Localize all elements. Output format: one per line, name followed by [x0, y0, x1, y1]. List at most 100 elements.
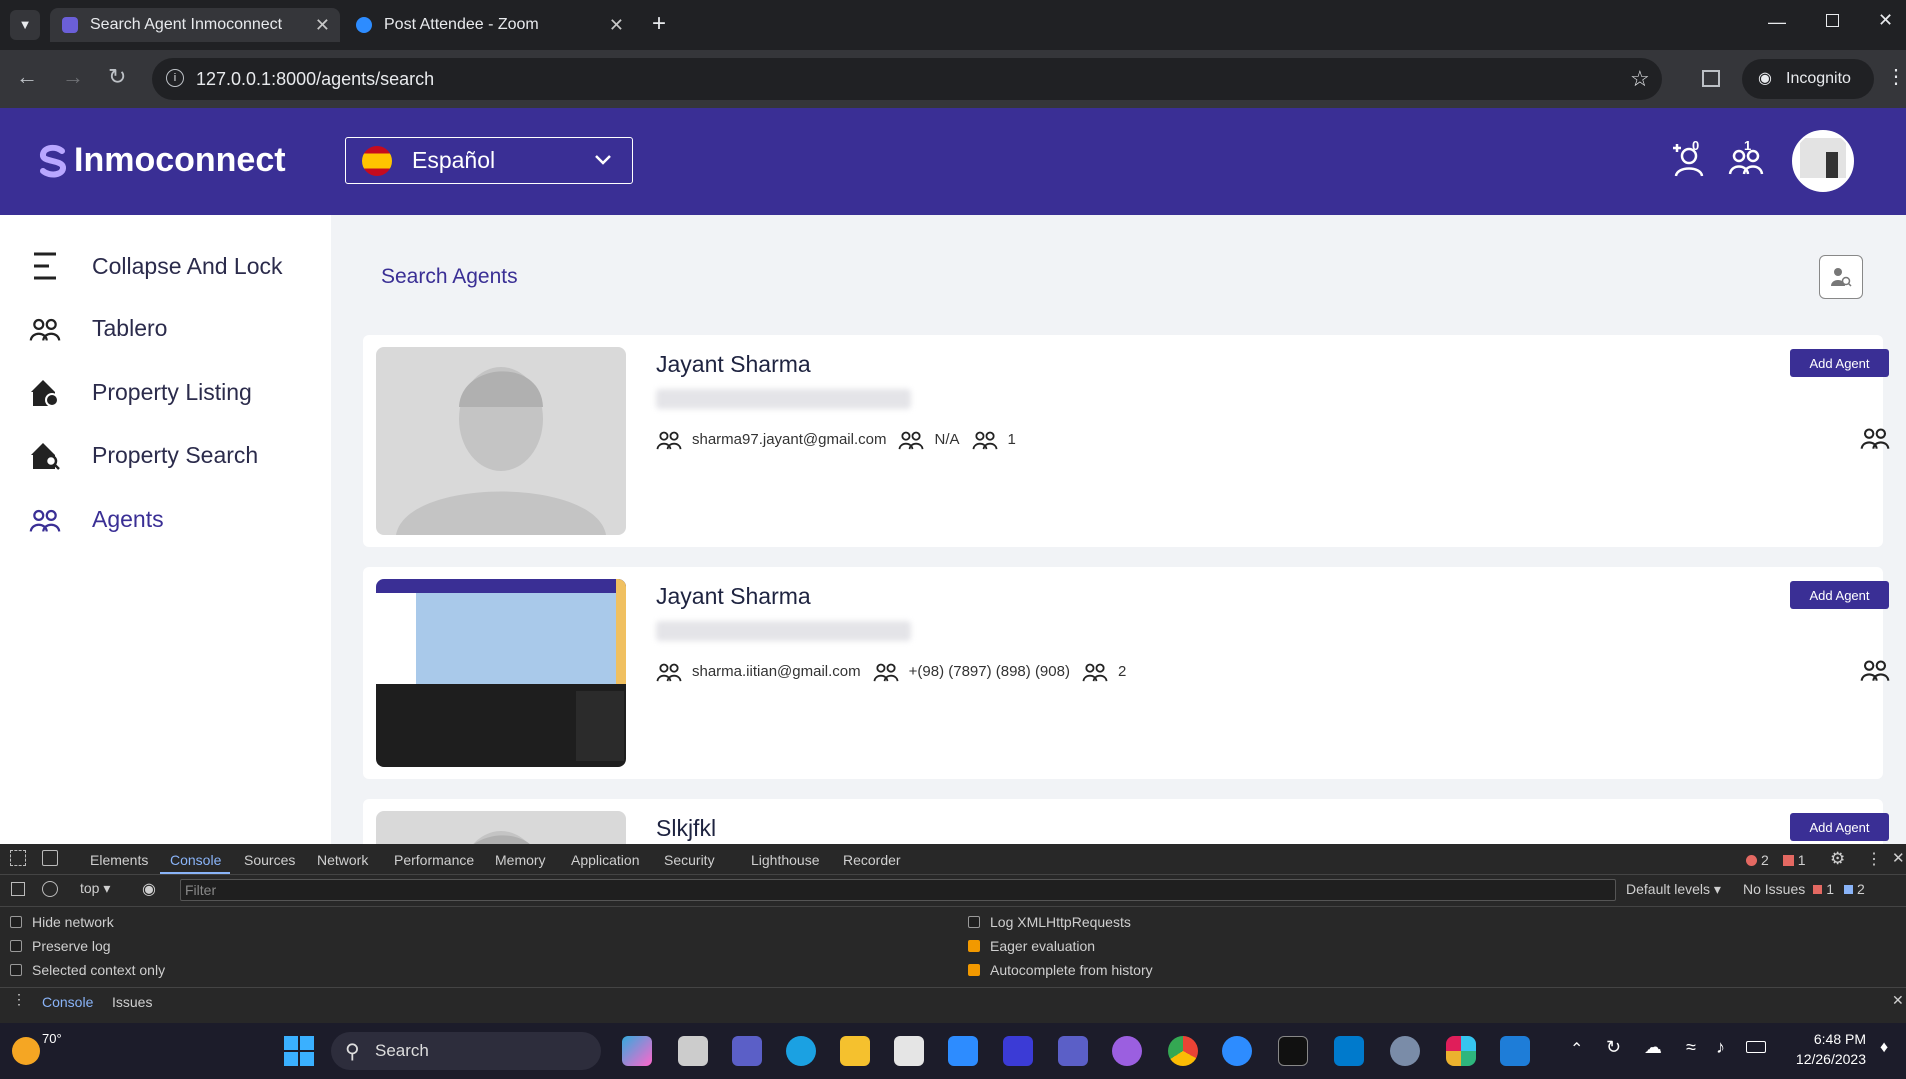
minimize-icon[interactable]: — [1768, 12, 1786, 33]
devtools-tab-performance[interactable]: Performance [394, 852, 474, 868]
tab-search-agent[interactable]: Search Agent Inmoconnect ✕ [50, 8, 340, 42]
teams-icon[interactable] [732, 1036, 762, 1066]
eager-evaluation-checkbox[interactable]: Eager evaluation [968, 938, 1095, 954]
preserve-log-checkbox[interactable]: Preserve log [10, 938, 111, 954]
log-levels-select[interactable]: Default levels ▾ [1626, 881, 1721, 898]
settings-icon[interactable] [1390, 1036, 1420, 1066]
bing-icon[interactable] [1058, 1036, 1088, 1066]
selected-context-checkbox[interactable]: Selected context only [10, 962, 165, 978]
issues-counter[interactable]: No Issues 1 2 [1743, 881, 1865, 897]
github-icon[interactable] [1112, 1036, 1142, 1066]
drawer-tab-issues[interactable]: Issues [112, 994, 152, 1010]
error-count[interactable]: 2 1 [1746, 852, 1806, 868]
mail-icon[interactable] [948, 1036, 978, 1066]
sidebar-item-agents[interactable]: Agents [28, 502, 164, 536]
task-view-icon[interactable] [678, 1036, 708, 1066]
reload-icon[interactable]: ↻ [108, 64, 126, 90]
group-icon[interactable] [1860, 423, 1890, 451]
taskbar-search[interactable]: ⚲ Search [331, 1032, 601, 1070]
incognito-chip[interactable]: ◉ Incognito [1742, 59, 1874, 99]
tab-zoom[interactable]: Post Attendee - Zoom ✕ [344, 8, 634, 42]
address-bar-row: ← → ↻ i 127.0.0.1:8000/agents/search ☆ ◉… [0, 50, 1906, 108]
file-explorer-icon[interactable] [840, 1036, 870, 1066]
sidebar-item-collapse-and-lock[interactable]: Collapse And Lock [28, 249, 283, 283]
devtools-tab-lighthouse[interactable]: Lighthouse [751, 852, 820, 868]
terminal-icon[interactable] [1278, 1036, 1308, 1066]
battery-icon[interactable] [1746, 1041, 1766, 1053]
forward-icon[interactable]: → [62, 64, 84, 90]
devtools-tab-network[interactable]: Network [317, 852, 368, 868]
add-agent-button[interactable]: Add Agent [1790, 581, 1889, 609]
agent-search-button[interactable] [1819, 255, 1863, 299]
url-field[interactable]: i 127.0.0.1:8000/agents/search ☆ [152, 58, 1662, 100]
chrome-icon[interactable] [1168, 1036, 1198, 1066]
bookmark-star-icon[interactable]: ☆ [1630, 58, 1650, 100]
edge-icon[interactable] [786, 1036, 816, 1066]
wifi-icon[interactable]: ≈ [1686, 1037, 1696, 1058]
logo[interactable]: Inmoconnect [38, 141, 286, 180]
group-icon[interactable] [1860, 655, 1890, 683]
app-icon[interactable] [1003, 1036, 1033, 1066]
drawer-tab-console[interactable]: Console [42, 994, 93, 1010]
live-expression-eye-icon[interactable]: ◉ [142, 879, 156, 899]
devtools-tab-application[interactable]: Application [571, 852, 640, 868]
devtools-menu-icon[interactable]: ⋮ [1866, 849, 1882, 869]
sidebar-item-property-listing[interactable]: Property Listing [28, 375, 252, 409]
restore-icon[interactable] [1826, 14, 1839, 27]
clock[interactable]: 6:48 PM 12/26/2023 [1790, 1031, 1866, 1067]
zoom-icon[interactable] [1222, 1036, 1252, 1066]
context-select[interactable]: top ▾ [80, 880, 110, 897]
agent-info-row: sharma.iitian@gmail.com +(98) (7897) (89… [656, 659, 1138, 683]
site-info-icon[interactable]: i [166, 69, 184, 87]
device-toolbar-icon[interactable] [42, 850, 58, 866]
onedrive-icon[interactable]: ☁ [1644, 1037, 1662, 1058]
inspect-element-icon[interactable] [10, 850, 26, 866]
add-agent-button[interactable]: Add Agent [1790, 813, 1889, 841]
agent-description-blurred [656, 389, 911, 409]
devtools-tab-console[interactable]: Console [170, 852, 221, 868]
start-button[interactable] [284, 1036, 314, 1066]
weather-widget[interactable]: 70° [12, 1031, 62, 1065]
devtools-tab-security[interactable]: Security [664, 852, 715, 868]
volume-icon[interactable]: ♪ [1716, 1037, 1725, 1058]
devtools-tab-elements[interactable]: Elements [90, 852, 148, 868]
devtools-tab-sources[interactable]: Sources [244, 852, 295, 868]
user-search-icon [1831, 268, 1852, 287]
vscode-icon[interactable] [1334, 1036, 1364, 1066]
sidebar-item-property-search[interactable]: Property Search [28, 438, 258, 472]
azure-icon[interactable] [1500, 1036, 1530, 1066]
sidebar-item-tablero[interactable]: Tablero [28, 311, 167, 345]
language-select[interactable]: Español [345, 137, 633, 184]
new-tab-button[interactable]: + [652, 10, 666, 38]
drawer-menu-icon[interactable]: ⋮ [12, 991, 26, 1008]
notification-bell-icon[interactable]: ♦ [1880, 1039, 1888, 1057]
browser-menu-icon[interactable]: ⋮ [1886, 64, 1906, 89]
devtools-close-icon[interactable]: ✕ [1892, 849, 1905, 867]
add-user-notification-icon[interactable]: 0 [1672, 138, 1706, 183]
clear-console-icon[interactable] [42, 881, 58, 897]
slack-icon[interactable] [1446, 1036, 1476, 1066]
tab-list-button[interactable]: ▼ [10, 10, 40, 40]
devtools-settings-icon[interactable]: ⚙ [1830, 849, 1845, 869]
devtools-tab-recorder[interactable]: Recorder [843, 852, 901, 868]
devtools-tab-memory[interactable]: Memory [495, 852, 546, 868]
group-notification-icon[interactable]: 1 [1728, 138, 1764, 183]
close-tab-icon[interactable]: ✕ [315, 15, 330, 36]
incognito-icon: ◉ [1758, 70, 1772, 87]
drawer-close-icon[interactable]: ✕ [1892, 992, 1904, 1009]
close-window-icon[interactable]: ✕ [1878, 10, 1893, 31]
copilot-icon[interactable] [622, 1036, 652, 1066]
hide-network-checkbox[interactable]: Hide network [10, 914, 114, 930]
console-filter-input[interactable]: Filter [180, 879, 1616, 901]
autocomplete-history-checkbox[interactable]: Autocomplete from history [968, 962, 1153, 978]
back-icon[interactable]: ← [16, 64, 38, 90]
user-avatar[interactable] [1792, 130, 1854, 192]
store-icon[interactable] [894, 1036, 924, 1066]
sidebar-toggle-icon[interactable] [11, 882, 25, 896]
close-tab-icon[interactable]: ✕ [609, 15, 624, 36]
sync-icon[interactable]: ↻ [1606, 1037, 1621, 1058]
add-agent-button[interactable]: Add Agent [1790, 349, 1889, 377]
show-hidden-icons[interactable]: ⌃ [1570, 1039, 1583, 1059]
side-panel-icon[interactable] [1702, 70, 1720, 87]
log-xhr-checkbox[interactable]: Log XMLHttpRequests [968, 914, 1131, 930]
